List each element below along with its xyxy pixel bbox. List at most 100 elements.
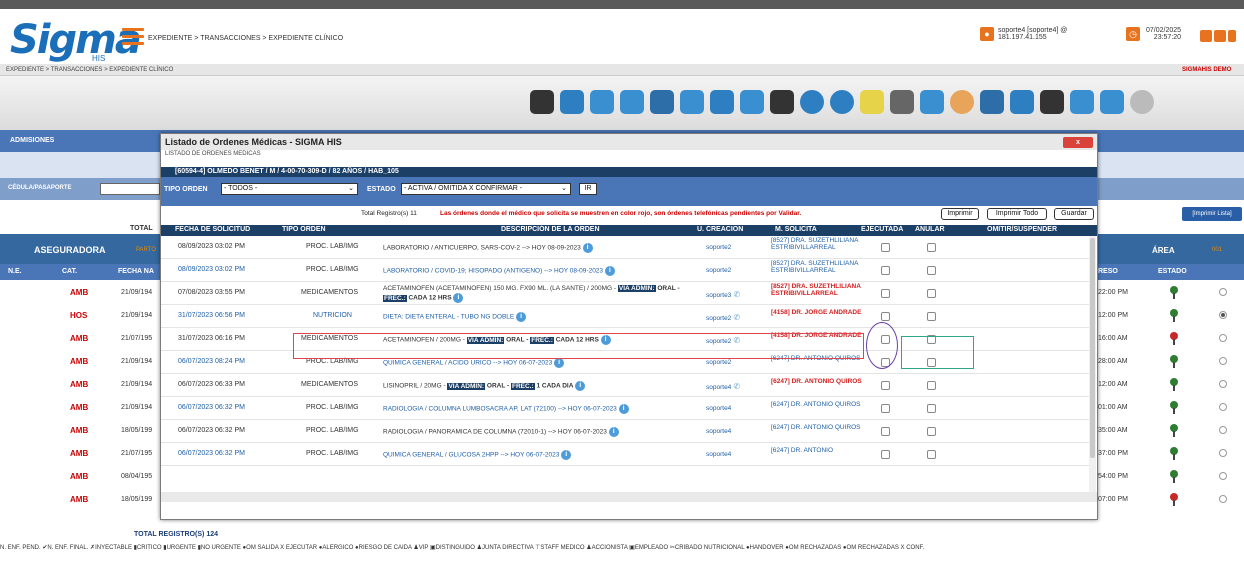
ejecutada-checkbox[interactable]: [881, 312, 890, 321]
ir-button[interactable]: IR: [579, 183, 597, 195]
anular-checkbox[interactable]: [927, 404, 936, 413]
camera-folder-icon[interactable]: [530, 90, 554, 114]
people-icon[interactable]: [680, 90, 704, 114]
info-icon[interactable]: i: [561, 450, 572, 460]
info-icon[interactable]: i: [582, 243, 593, 253]
order-row[interactable]: 08/09/2023 03:02 PM PROC. LAB/IMG LABORATO…: [161, 236, 1089, 259]
rx-fac2-icon[interactable]: [1100, 90, 1124, 114]
baby-icon[interactable]: [950, 90, 974, 114]
order-row[interactable]: 06/07/2023 06:32 PM PROC. LAB/IMG RADIOLOG…: [161, 420, 1089, 443]
order-row[interactable]: 06/07/2023 06:32 PM PROC. LAB/IMG QUIMICA …: [161, 443, 1089, 466]
row-radio[interactable]: [1219, 495, 1227, 503]
info-icon[interactable]: i: [618, 404, 629, 414]
order-row[interactable]: 06/07/2023 06:33 PM MEDICAMENTOS LISINOPRI…: [161, 374, 1089, 397]
pill-icon[interactable]: [560, 90, 584, 114]
hospital-icon[interactable]: [740, 90, 764, 114]
monitor-icon[interactable]: [770, 90, 794, 114]
frec-value: CADA 12 HRS: [408, 294, 452, 302]
tools-icon[interactable]: [1214, 30, 1226, 42]
rx-fac-icon[interactable]: [1070, 90, 1094, 114]
printer-icon[interactable]: [890, 90, 914, 114]
info-icon[interactable]: i: [575, 381, 586, 391]
checklist-icon[interactable]: [860, 90, 884, 114]
anular-checkbox[interactable]: [927, 243, 936, 252]
scrollbar-thumb[interactable]: [1090, 238, 1095, 458]
order-date: 31/07/2023 06:16 PM: [178, 335, 245, 342]
info-icon[interactable]: i: [604, 266, 615, 276]
order-row[interactable]: 31/07/2023 06:56 PM NUTRICION DIETA: DIETA…: [161, 305, 1089, 328]
power-icon[interactable]: [1228, 30, 1236, 42]
ejecutada-checkbox[interactable]: [881, 427, 890, 436]
box-icon[interactable]: [980, 90, 1004, 114]
order-row[interactable]: 08/09/2023 03:02 PM PROC. LAB/IMG LABORATO…: [161, 259, 1089, 282]
info-icon[interactable]: i: [516, 312, 527, 322]
row-radio[interactable]: [1219, 403, 1227, 411]
admisiones-label[interactable]: ADMISIONES: [10, 137, 54, 144]
imprimir-button[interactable]: Imprimir: [941, 208, 979, 220]
modal-close-button[interactable]: x: [1063, 137, 1093, 148]
chart-icon[interactable]: [1200, 30, 1212, 42]
ear-icon[interactable]: [590, 90, 614, 114]
order-date: 06/07/2023 08:24 PM: [178, 358, 245, 365]
anular-checkbox[interactable]: [927, 450, 936, 459]
ejecutada-checkbox[interactable]: [881, 243, 890, 252]
user-name: soporte3: [706, 292, 732, 299]
info-icon[interactable]: i: [554, 358, 565, 368]
rx-icon[interactable]: [1040, 90, 1064, 114]
order-row[interactable]: 07/08/2023 03:55 PM MEDICAMENTOS ACETAMINO…: [161, 282, 1089, 305]
anular-checkbox[interactable]: [927, 427, 936, 436]
gauge-icon[interactable]: [1130, 90, 1154, 114]
ejecutada-checkbox[interactable]: [881, 289, 890, 298]
group-icon[interactable]: [710, 90, 734, 114]
estado-select[interactable]: - ACTIVA / OMITIDA X CONFIRMAR - ⌄: [401, 183, 571, 195]
user-info[interactable]: ● soporte4 [soporte4] @181.197.41.155: [980, 27, 1067, 41]
row-birthdate: 21/09/194: [121, 404, 153, 411]
row-birthdate: 21/09/194: [121, 358, 153, 365]
row-radio[interactable]: [1219, 334, 1227, 342]
anular-checkbox[interactable]: [927, 289, 936, 298]
ejecutada-checkbox[interactable]: [881, 381, 890, 390]
th-omitir: OMITIR/SUSPENDER: [987, 226, 1058, 233]
aseguradora-label: ASEGURADORA: [34, 245, 106, 255]
imprimir-lista-button[interactable]: [Imprimir Lista]: [1182, 207, 1242, 221]
order-row[interactable]: 06/07/2023 06:32 PM PROC. LAB/IMG RADIOLOG…: [161, 397, 1089, 420]
ordering-doctor: [6247] DR. ANTONIO: [771, 447, 834, 454]
row-radio[interactable]: [1219, 288, 1227, 296]
row-radio[interactable]: [1219, 357, 1227, 365]
desc-text: RADIOLOGIA / PANORAMICA DE COLUMNA (7201…: [383, 428, 607, 436]
anular-checkbox[interactable]: [927, 312, 936, 321]
ejecutada-checkbox[interactable]: [881, 450, 890, 459]
cedula-input[interactable]: [100, 183, 160, 195]
home-icon[interactable]: [620, 90, 644, 114]
house-icon[interactable]: [1010, 90, 1034, 114]
hamburger-menu-icon[interactable]: [122, 28, 144, 46]
row-radio[interactable]: [1219, 472, 1227, 480]
chevron-down-icon: ⌄: [348, 185, 354, 192]
lock-icon[interactable]: [800, 90, 824, 114]
user-name: soporte4: [706, 451, 732, 458]
row-radio[interactable]: [1219, 380, 1227, 388]
logo-sub: HIS: [92, 54, 106, 63]
sigma-logo[interactable]: Sigma: [10, 20, 142, 60]
capsule-icon[interactable]: [920, 90, 944, 114]
tipo-orden-select[interactable]: - TODOS - ⌄: [221, 183, 358, 195]
row-radio[interactable]: [1219, 449, 1227, 457]
horizontal-scrollbar[interactable]: [161, 492, 1097, 502]
order-type: PROC. LAB/IMG: [306, 404, 359, 411]
row-radio[interactable]: [1219, 311, 1227, 319]
guardar-button[interactable]: Guardar: [1054, 208, 1094, 220]
row-birthdate: 21/09/194: [121, 381, 153, 388]
bed-icon[interactable]: [650, 90, 674, 114]
info-icon[interactable]: i: [453, 293, 464, 303]
anular-checkbox[interactable]: [927, 381, 936, 390]
imprimir-todo-button[interactable]: Imprimir Todo: [987, 208, 1047, 220]
info-icon[interactable]: i: [608, 427, 619, 437]
anular-checkbox[interactable]: [927, 266, 936, 275]
ordering-doctor: [4158] DR. JORGE ANDRADE: [771, 309, 862, 316]
status-pin-icon: [1169, 401, 1179, 414]
ejecutada-checkbox[interactable]: [881, 404, 890, 413]
row-radio[interactable]: [1219, 426, 1227, 434]
order-description: RADIOLOGIA / COLUMNA LUMBOSACRA AP, LAT …: [383, 404, 703, 414]
ejecutada-checkbox[interactable]: [881, 266, 890, 275]
chat-icon[interactable]: [830, 90, 854, 114]
